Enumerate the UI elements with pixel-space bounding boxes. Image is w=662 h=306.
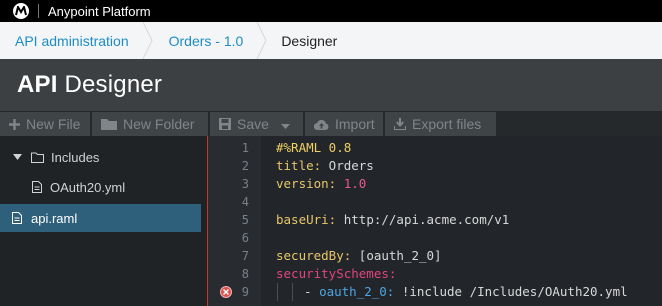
- code-key: title:: [276, 158, 322, 173]
- import-button[interactable]: Import: [305, 112, 383, 136]
- code-line[interactable]: 9 - oauth_2_0: !include /Includes/OAuth2…: [208, 283, 662, 301]
- indent-guide: [292, 283, 293, 301]
- code-line[interactable]: 1 #%RAML 0.8: [208, 139, 662, 157]
- tree-file-oauth20[interactable]: OAuth20.yml: [0, 177, 201, 197]
- product-name[interactable]: Anypoint Platform: [48, 4, 151, 19]
- file-tree: Includes OAuth20.yml api.raml: [0, 136, 201, 306]
- code-line[interactable]: 6: [208, 229, 662, 247]
- floppy-icon: [219, 118, 231, 130]
- code-editor[interactable]: 1 #%RAML 0.8 2 title: Orders 3 version: …: [207, 136, 662, 306]
- new-folder-button[interactable]: New Folder: [92, 112, 208, 136]
- code-value: http://api.acme.com/v1: [336, 212, 510, 227]
- tree-file-label: api.raml: [31, 210, 78, 226]
- indent-guide: [277, 283, 278, 301]
- divider: [38, 4, 39, 18]
- code-value: !include /Includes/OAuth20.yml: [394, 284, 628, 299]
- page-title-rest: Designer: [57, 71, 163, 98]
- chevron-down-icon[interactable]: [280, 116, 290, 132]
- breadcrumb-chevron-icon: [256, 22, 268, 59]
- line-number: 6: [241, 231, 249, 245]
- toolbar: New File New Folder Save Import Export f…: [0, 111, 662, 136]
- code-text: #%RAML 0.8: [276, 139, 351, 157]
- line-number: 1: [241, 141, 249, 155]
- code-text: - oauth_2_0: !include /Includes/OAuth20.…: [304, 283, 628, 301]
- code-line[interactable]: 8 securitySchemes:: [208, 265, 662, 283]
- plus-icon: [9, 118, 20, 130]
- breadcrumb-chevron-icon: [142, 22, 154, 59]
- line-number: 8: [241, 267, 249, 281]
- top-bar: Anypoint Platform: [0, 0, 662, 22]
- code-value: 1.0: [343, 176, 367, 191]
- code-value: [oauth_2_0]: [351, 248, 442, 263]
- code-line[interactable]: 5 baseUri: http://api.acme.com/v1: [208, 211, 662, 229]
- code-key: oauth_2_0:: [319, 284, 395, 299]
- code-key: version:: [276, 176, 337, 191]
- code-key: securitySchemes:: [276, 266, 397, 281]
- new-file-label: New File: [26, 116, 81, 132]
- raml-header: #%RAML 0.8: [276, 140, 352, 155]
- code-dash: -: [304, 284, 320, 299]
- code-line[interactable]: 4: [208, 193, 662, 211]
- code-key: baseUri:: [276, 212, 337, 227]
- line-number: 2: [241, 159, 249, 173]
- file-icon: [12, 212, 22, 224]
- breadcrumb: API administration Orders - 1.0 Designer: [0, 22, 662, 59]
- folder-outline-icon: [31, 152, 44, 163]
- import-label: Import: [335, 116, 375, 132]
- new-folder-label: New Folder: [123, 116, 195, 132]
- export-files-button[interactable]: Export files: [385, 112, 496, 136]
- code-text: title: Orders: [276, 157, 374, 175]
- page-title: API Designer: [17, 71, 162, 99]
- caret-down-icon[interactable]: [13, 154, 22, 160]
- page-title-bold: API: [17, 71, 58, 98]
- line-number: 7: [241, 249, 249, 263]
- code-text: securedBy: [oauth_2_0]: [276, 247, 442, 265]
- tree-file-api-raml[interactable]: api.raml: [0, 204, 201, 232]
- code-key: securedBy:: [276, 248, 352, 263]
- save-button[interactable]: Save: [210, 112, 303, 136]
- code-line[interactable]: 2 title: Orders: [208, 157, 662, 175]
- code-text: version: 1.0: [276, 175, 366, 193]
- tree-file-label: OAuth20.yml: [50, 179, 126, 195]
- line-number: 3: [241, 177, 249, 191]
- code-line[interactable]: 3 version: 1.0: [208, 175, 662, 193]
- code-line[interactable]: 7 securedBy: [oauth_2_0]: [208, 247, 662, 265]
- breadcrumb-item-orders[interactable]: Orders - 1.0: [154, 22, 257, 59]
- file-icon: [32, 181, 42, 193]
- line-number: 4: [241, 195, 249, 209]
- breadcrumb-item-api-administration[interactable]: API administration: [0, 22, 142, 59]
- cloud-upload-icon: [314, 119, 329, 130]
- page-header: API Designer: [0, 59, 662, 111]
- download-icon: [394, 118, 406, 130]
- tree-folder-includes[interactable]: Includes: [0, 147, 201, 167]
- tree-folder-label: Includes: [51, 149, 100, 165]
- code-text: baseUri: http://api.acme.com/v1: [276, 211, 509, 229]
- line-number: 9: [241, 285, 249, 299]
- code-value: Orders: [321, 158, 374, 173]
- line-number: 5: [241, 213, 249, 227]
- mulesoft-logo-icon[interactable]: [13, 3, 29, 19]
- new-file-button[interactable]: New File: [0, 112, 90, 136]
- breadcrumb-item-designer: Designer: [281, 32, 338, 49]
- code-text: securitySchemes:: [276, 265, 396, 283]
- save-label: Save: [237, 116, 269, 132]
- folder-icon: [101, 118, 117, 130]
- export-files-label: Export files: [412, 116, 482, 132]
